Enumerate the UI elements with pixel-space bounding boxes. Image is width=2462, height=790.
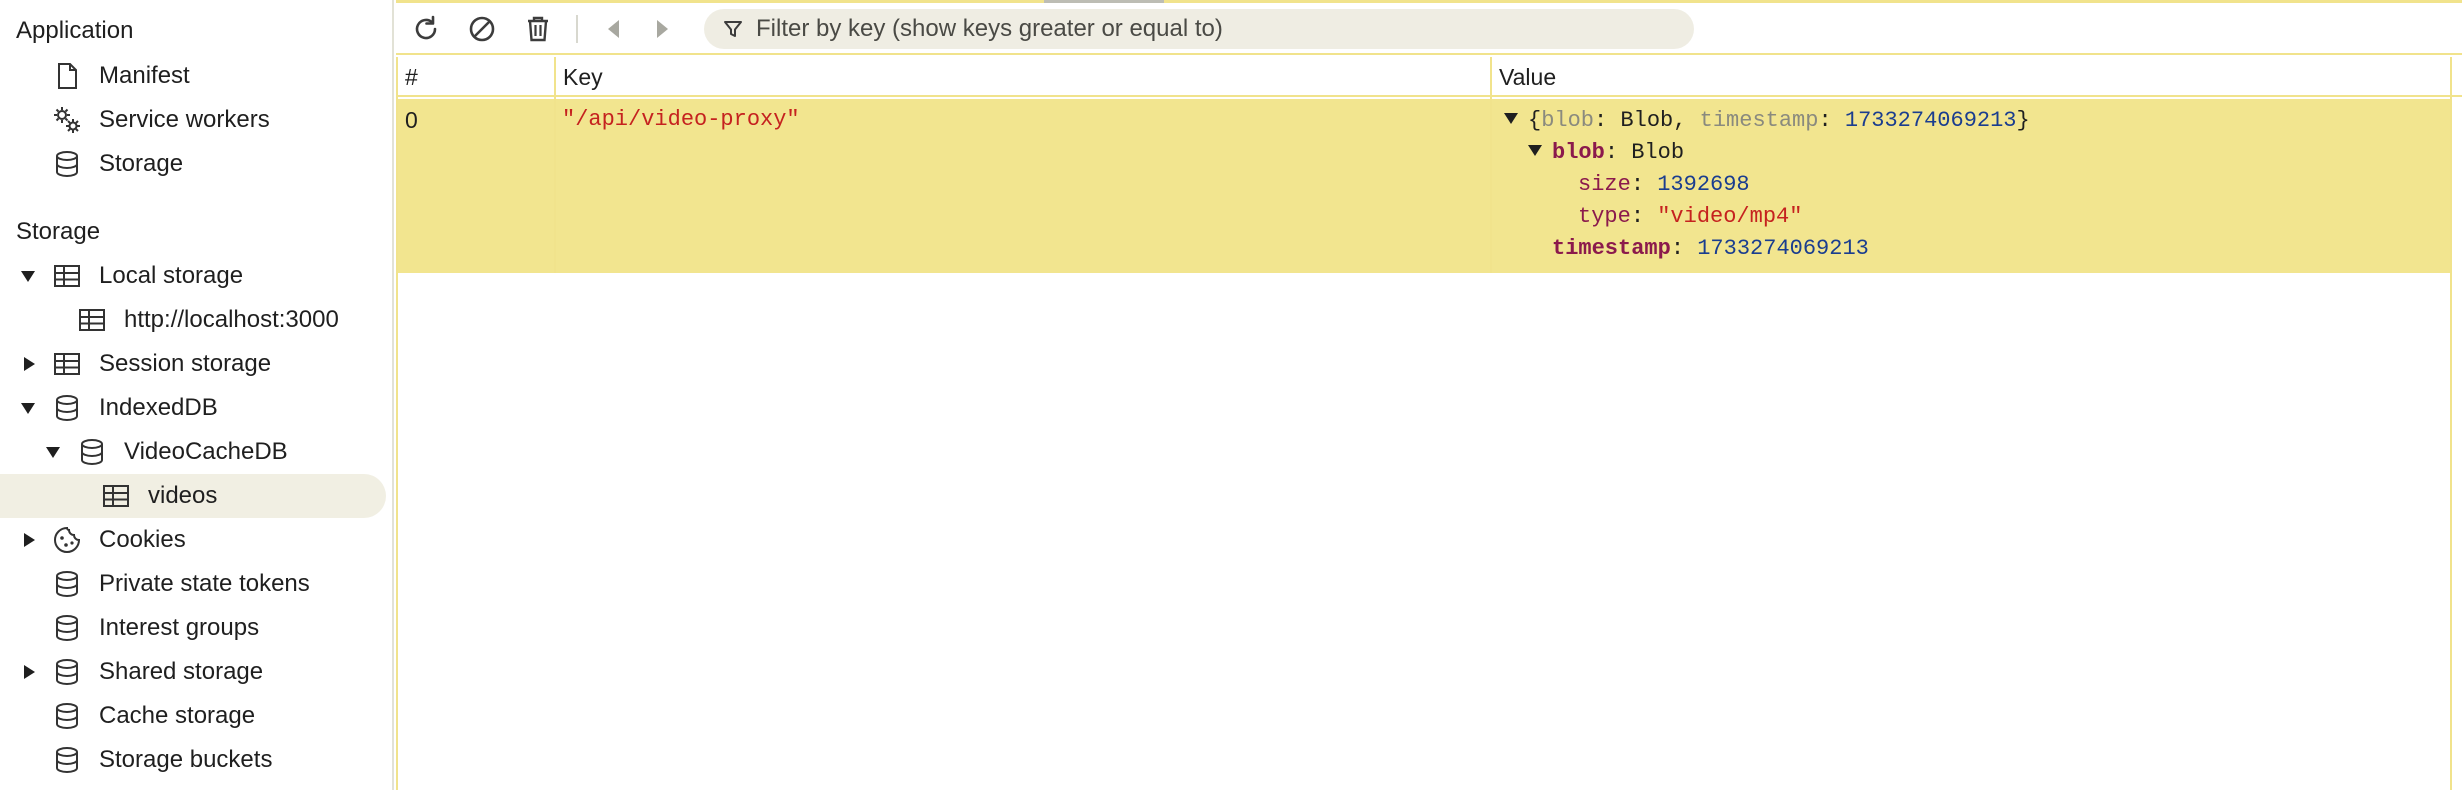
column-header-index[interactable]: # (396, 57, 554, 97)
sidebar-item-private-state-tokens[interactable]: Private state tokens (0, 562, 386, 606)
application-section-header: Application (16, 17, 134, 44)
sidebar-item-label: videos (148, 482, 218, 509)
sidebar-item-local-storage[interactable]: Local storage (0, 254, 386, 298)
sidebar-item-cache-storage[interactable]: Cache storage (0, 694, 386, 738)
sidebar-item-storage[interactable]: Storage (0, 142, 386, 186)
toolbar (396, 3, 2462, 55)
column-divider[interactable] (554, 57, 556, 273)
document-icon (52, 61, 82, 91)
database-icon (52, 613, 82, 643)
expand-arrow-icon[interactable] (21, 403, 35, 414)
grid-left-border (396, 57, 398, 790)
value-size-prop: size: 1392698 (1578, 172, 1750, 197)
filter-box[interactable] (704, 9, 1694, 49)
storage-section-header: Storage (16, 218, 101, 245)
sidebar-item-label: Cache storage (99, 702, 256, 729)
database-icon (52, 569, 82, 599)
sidebar-item-indexeddb[interactable]: IndexedDB (0, 386, 386, 430)
column-divider[interactable] (1490, 57, 1492, 273)
sidebar-item-shared-storage[interactable]: Shared storage (0, 650, 386, 694)
sidebar-item-label: Manifest (99, 62, 190, 89)
sidebar-item-label: IndexedDB (99, 394, 218, 421)
sidebar-item-label: Service workers (99, 106, 270, 133)
grid-right-border (2450, 57, 2452, 790)
sidebar-item-videos[interactable]: videos (0, 474, 386, 518)
table-icon (101, 481, 131, 511)
indexeddb-object-store-view: # Key Value 0 "/api/video-proxy" {blob: … (396, 0, 2462, 790)
sidebar-item-session-storage[interactable]: Session storage (0, 342, 386, 386)
expand-triangle-icon[interactable] (1528, 145, 1542, 156)
sidebar-item-label: Storage (99, 150, 184, 177)
data-grid: # Key Value 0 "/api/video-proxy" {blob: … (396, 57, 2462, 790)
expand-triangle-icon[interactable] (1504, 113, 1518, 124)
clear-block-icon[interactable] (464, 11, 500, 47)
value-summary[interactable]: {blob: Blob, timestamp: 1733274069213} (1504, 105, 2030, 137)
database-icon (52, 393, 82, 423)
database-icon (52, 745, 82, 775)
cookie-icon (52, 525, 82, 555)
sidebar-item-label: Interest groups (99, 614, 260, 641)
value-blob-node[interactable]: blob: Blob (1528, 137, 1684, 169)
database-icon (77, 437, 107, 467)
sidebar-item-service-workers[interactable]: Service workers (0, 98, 386, 142)
triangle-right-icon[interactable] (644, 11, 680, 47)
sidebar-item-label: Local storage (99, 262, 244, 289)
sidebar-item-localhost[interactable]: http://localhost:3000 (0, 298, 386, 342)
sidebar-item-manifest[interactable]: Manifest (0, 54, 386, 98)
table-icon (77, 305, 107, 335)
sidebar-item-label: Shared storage (99, 658, 264, 685)
table-icon (52, 349, 82, 379)
sidebar-item-storage-buckets[interactable]: Storage buckets (0, 738, 386, 782)
row-key: "/api/video-proxy" (562, 107, 800, 132)
collapse-arrow-icon[interactable] (24, 533, 35, 547)
expand-arrow-icon[interactable] (46, 447, 60, 458)
database-icon (52, 701, 82, 731)
sidebar-item-videocachedb[interactable]: VideoCacheDB (0, 430, 386, 474)
sidebar-item-cookies[interactable]: Cookies (0, 518, 386, 562)
row-index: 0 (405, 107, 418, 133)
column-header-key[interactable]: Key (554, 57, 1490, 97)
value-type-prop: type: "video/mp4" (1578, 204, 1803, 229)
table-row[interactable]: 0 "/api/video-proxy" {blob: Blob, timest… (396, 99, 2450, 273)
table-icon (52, 261, 82, 291)
trash-icon[interactable] (520, 11, 556, 47)
sidebar-item-label: http://localhost:3000 (124, 306, 339, 333)
sidebar-item-label: Session storage (99, 350, 272, 377)
collapse-arrow-icon[interactable] (24, 357, 35, 371)
expand-arrow-icon[interactable] (21, 271, 35, 282)
sidebar-item-label: Cookies (99, 526, 186, 553)
database-icon (52, 657, 82, 687)
column-header-value[interactable]: Value (1490, 57, 2450, 97)
sidebar-item-label: VideoCacheDB (124, 438, 288, 465)
refresh-icon[interactable] (408, 11, 444, 47)
toolbar-separator (576, 15, 578, 43)
database-icon (52, 149, 82, 179)
filter-input[interactable] (756, 9, 1676, 49)
sidebar-item-label: Private state tokens (99, 570, 310, 597)
sidebar: Application Manifest Service workers Sto… (0, 0, 394, 790)
sidebar-item-interest-groups[interactable]: Interest groups (0, 606, 386, 650)
sidebar-item-label: Storage buckets (99, 746, 273, 773)
table-header: # Key Value (396, 57, 2462, 97)
gears-icon (52, 105, 82, 135)
collapse-arrow-icon[interactable] (24, 665, 35, 679)
filter-icon (722, 18, 744, 40)
value-timestamp-prop: timestamp: 1733274069213 (1552, 236, 1869, 261)
row-value: {blob: Blob, timestamp: 1733274069213} b… (1490, 99, 2450, 273)
triangle-left-icon[interactable] (596, 11, 632, 47)
